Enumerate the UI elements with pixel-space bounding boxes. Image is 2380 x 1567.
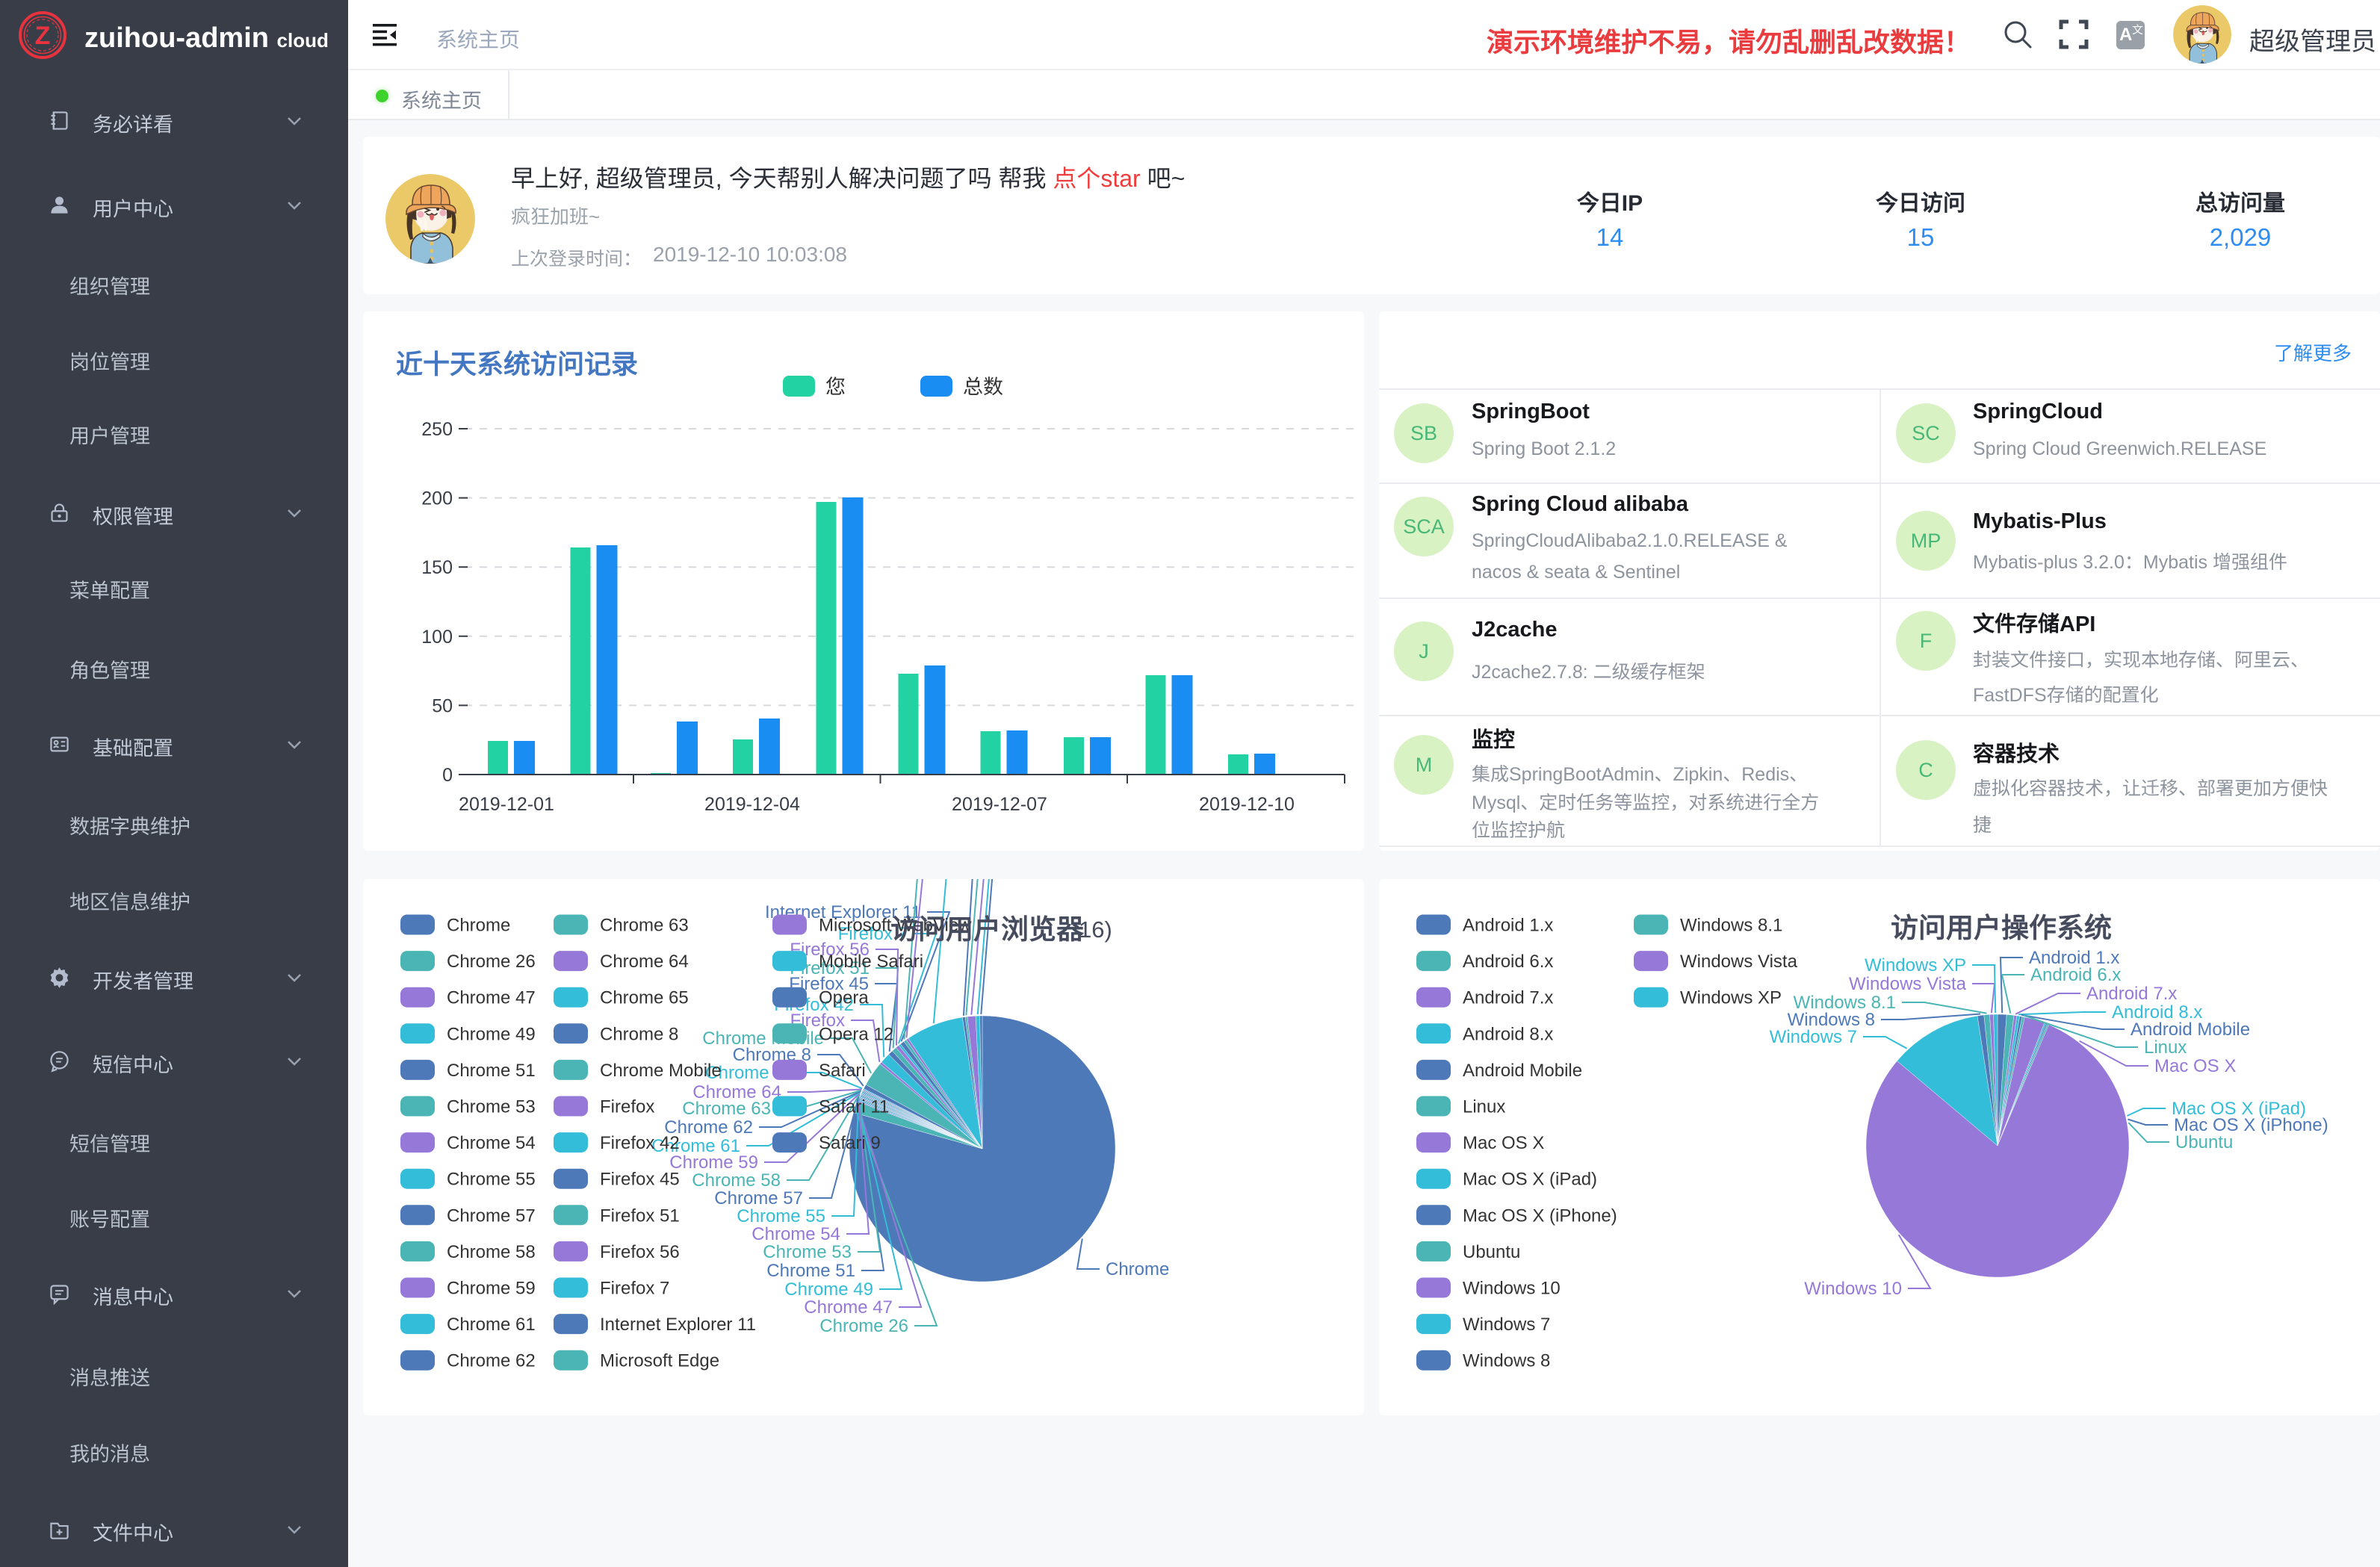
svg-text:Android 6.x: Android 6.x: [1463, 952, 1553, 972]
svg-text:Chrome 64: Chrome 64: [600, 952, 689, 972]
svg-text:Ubuntu: Ubuntu: [2175, 1132, 2233, 1152]
svg-text:0: 0: [442, 765, 453, 786]
svg-text:Chrome 58: Chrome 58: [447, 1242, 536, 1262]
svg-text:150: 150: [421, 557, 453, 578]
svg-text:Chrome 53: Chrome 53: [447, 1097, 536, 1117]
svg-text:Chrome 55: Chrome 55: [737, 1206, 825, 1226]
svg-text:16): 16): [1079, 916, 1112, 943]
svg-text:Ubuntu: Ubuntu: [1463, 1242, 1520, 1262]
svg-text:Firefox 56: Firefox 56: [600, 1242, 680, 1262]
svg-text:Chrome 47: Chrome 47: [804, 1297, 893, 1318]
svg-text:Firefox 45: Firefox 45: [600, 1170, 680, 1190]
svg-text:Chrome 59: Chrome 59: [447, 1279, 536, 1299]
svg-text:Chrome 65: Chrome 65: [600, 988, 689, 1008]
svg-text:Chrome 54: Chrome 54: [447, 1133, 536, 1153]
svg-text:Firefox 51: Firefox 51: [600, 1205, 680, 1226]
svg-text:Firefox 7: Firefox 7: [600, 1279, 669, 1299]
svg-text:Windows 10: Windows 10: [1463, 1279, 1561, 1299]
svg-text:访问用户浏览器: 访问用户浏览器: [890, 914, 1085, 945]
svg-text:2019-12-10: 2019-12-10: [1199, 794, 1295, 815]
svg-text:Chrome: Chrome: [1106, 1259, 1169, 1279]
svg-text:Windows Vista: Windows Vista: [1849, 974, 1967, 994]
svg-text:Android 8.x: Android 8.x: [1463, 1024, 1553, 1044]
svg-text:总数: 总数: [963, 376, 1003, 398]
svg-text:Android 6.x: Android 6.x: [2030, 965, 2121, 985]
svg-text:Android 7.x: Android 7.x: [2086, 984, 2177, 1004]
svg-text:2019-12-04: 2019-12-04: [704, 794, 800, 815]
svg-text:Windows 8.1: Windows 8.1: [1680, 916, 1782, 936]
svg-text:Chrome 47: Chrome 47: [447, 988, 536, 1008]
svg-text:Windows 10: Windows 10: [1804, 1279, 1902, 1299]
svg-text:Mac OS X: Mac OS X: [1463, 1133, 1544, 1153]
svg-text:Chrome Mobile: Chrome Mobile: [600, 1061, 722, 1081]
svg-text:Z: Z: [35, 22, 51, 50]
svg-text:Chrome 51: Chrome 51: [447, 1061, 536, 1081]
svg-text:Android 1.x: Android 1.x: [1463, 916, 1553, 936]
svg-text:Windows 8.1: Windows 8.1: [1794, 993, 1896, 1013]
svg-text:Chrome 55: Chrome 55: [447, 1170, 536, 1190]
svg-text:Opera: Opera: [819, 988, 869, 1008]
svg-text:Mobile Safari: Mobile Safari: [819, 952, 923, 972]
svg-text:Chrome: Chrome: [447, 916, 510, 936]
svg-text:Mac OS X (iPhone): Mac OS X (iPhone): [1463, 1205, 1617, 1226]
svg-text:Windows 8: Windows 8: [1788, 1010, 1875, 1030]
svg-text:Android 7.x: Android 7.x: [1463, 988, 1553, 1008]
svg-text:Chrome 53: Chrome 53: [763, 1242, 852, 1262]
svg-text:Safari: Safari: [819, 1061, 866, 1081]
svg-text:2019-12-07: 2019-12-07: [952, 794, 1047, 815]
svg-text:Linux: Linux: [2144, 1037, 2187, 1058]
svg-text:Chrome 49: Chrome 49: [784, 1279, 873, 1300]
svg-text:Chrome 8: Chrome 8: [600, 1024, 678, 1044]
svg-text:Mac OS X: Mac OS X: [2154, 1056, 2236, 1076]
svg-text:Opera 12: Opera 12: [819, 1024, 893, 1044]
svg-text:Windows XP: Windows XP: [1680, 988, 1782, 1008]
svg-text:200: 200: [421, 488, 453, 509]
svg-text:Chrome 62: Chrome 62: [447, 1351, 536, 1371]
svg-text:2019-12-01: 2019-12-01: [459, 794, 554, 815]
svg-text:Microsoft Edge: Microsoft Edge: [600, 1351, 719, 1371]
svg-text:Windows Vista: Windows Vista: [1680, 952, 1798, 972]
svg-text:Windows XP: Windows XP: [1865, 955, 1966, 975]
svg-text:Android Mobile: Android Mobile: [1463, 1061, 1582, 1081]
svg-text:250: 250: [421, 419, 453, 440]
svg-text:Chrome 64: Chrome 64: [692, 1082, 781, 1102]
svg-text:Safari 9: Safari 9: [819, 1133, 881, 1153]
svg-text:Windows 7: Windows 7: [1463, 1315, 1550, 1335]
svg-text:Chrome 51: Chrome 51: [766, 1261, 855, 1281]
svg-text:Chrome 26: Chrome 26: [447, 952, 536, 972]
svg-text:Chrome 49: Chrome 49: [447, 1024, 536, 1044]
svg-text:Chrome 63: Chrome 63: [600, 916, 689, 936]
svg-text:您: 您: [825, 376, 846, 398]
svg-text:访问用户操作系统: 访问用户操作系统: [1891, 913, 2112, 943]
svg-text:Linux: Linux: [1463, 1097, 1505, 1117]
svg-text:Chrome 57: Chrome 57: [447, 1205, 536, 1226]
svg-text:100: 100: [421, 627, 453, 648]
svg-text:Android Mobile: Android Mobile: [2130, 1020, 2250, 1040]
svg-text:Firefox 42: Firefox 42: [600, 1133, 680, 1153]
svg-text:Chrome 26: Chrome 26: [819, 1316, 908, 1336]
svg-text:Internet Explorer 11: Internet Explorer 11: [600, 1315, 756, 1335]
svg-text:Chrome 57: Chrome 57: [714, 1188, 803, 1208]
svg-text:Safari 11: Safari 11: [819, 1097, 889, 1117]
svg-text:Firefox: Firefox: [600, 1097, 654, 1117]
svg-text:Chrome 61: Chrome 61: [447, 1315, 536, 1335]
svg-text:Chrome 54: Chrome 54: [752, 1224, 840, 1244]
svg-text:Chrome 58: Chrome 58: [692, 1170, 781, 1191]
svg-text:50: 50: [432, 695, 453, 716]
svg-text:Windows 7: Windows 7: [1770, 1027, 1857, 1047]
svg-text:Windows 8: Windows 8: [1463, 1351, 1550, 1371]
svg-text:Mac OS X (iPad): Mac OS X (iPad): [1463, 1170, 1597, 1190]
